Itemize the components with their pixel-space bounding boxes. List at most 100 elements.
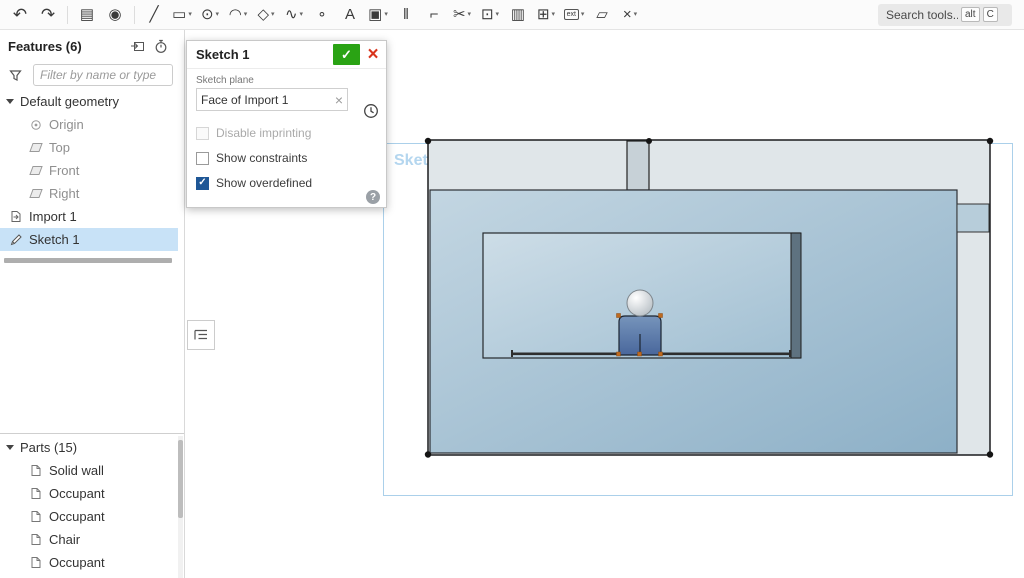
part-item[interactable]: Occupant — [0, 482, 178, 505]
chevron-down-icon[interactable]: ▾ — [496, 11, 500, 18]
tree-item-label: Origin — [49, 117, 84, 132]
tree-item-import[interactable]: Import 1 — [0, 205, 178, 228]
check-mark-icon: ✓ — [198, 178, 206, 188]
arc-tool-button[interactable]: ◠▾ — [224, 2, 252, 28]
construction-tool-button[interactable]: ×▾ — [616, 2, 644, 28]
pattern-tool-button[interactable]: ⊞▾ — [532, 2, 560, 28]
rectangle-tool-button[interactable]: ▭▾ — [168, 2, 196, 28]
feature-list-toggle-button[interactable] — [187, 320, 215, 350]
dialog-body: Sketch plane Face of Import 1 × Disable … — [187, 69, 386, 207]
clock-icon[interactable] — [363, 103, 379, 119]
tree-item-right-plane[interactable]: Right — [0, 182, 178, 205]
sketch-plane-label: Sketch plane — [196, 75, 377, 86]
polygon-tool-button[interactable]: ◇▾ — [252, 2, 280, 28]
show-constraints-checkbox[interactable] — [196, 152, 209, 165]
stopwatch-icon[interactable] — [152, 38, 170, 54]
tree-item-front-plane[interactable]: Front — [0, 159, 178, 182]
show-overdefined-checkbox[interactable]: ✓ — [196, 177, 209, 190]
eraser-tool-button[interactable]: ▱ — [588, 2, 616, 28]
tree-item-label: Right — [49, 186, 79, 201]
search-tools-box[interactable]: alt C — [878, 4, 1012, 26]
insert-document-button[interactable]: ▤ — [73, 2, 101, 28]
rectangle-icon: ▭ — [172, 7, 186, 22]
sphere-tool-button[interactable]: ◉ — [101, 2, 129, 28]
plane-icon — [28, 165, 44, 176]
expander-icon[interactable] — [6, 445, 14, 450]
filter-input[interactable] — [33, 64, 173, 86]
rollback-bar[interactable] — [4, 258, 172, 263]
part-item[interactable]: Chair — [0, 528, 178, 551]
chevron-down-icon[interactable]: ▾ — [468, 11, 472, 18]
option-show-overdefined[interactable]: ✓ Show overdefined — [196, 175, 377, 191]
option-disable-imprinting[interactable]: Disable imprinting — [196, 125, 377, 141]
trim-tool-button[interactable]: ✂▾ — [448, 2, 476, 28]
tree-group-default-geometry[interactable]: Default geometry — [0, 90, 178, 113]
tree-item-sketch[interactable]: Sketch 1 — [0, 228, 178, 251]
split-tool-button[interactable]: ‖ — [392, 2, 420, 28]
popout-panel-icon[interactable] — [128, 38, 146, 54]
part-item[interactable]: Solid wall — [0, 459, 178, 482]
tree-item-label: Top — [49, 140, 70, 155]
copy-tool-button[interactable]: ⊡▾ — [476, 2, 504, 28]
part-item[interactable]: Occupant — [0, 505, 178, 528]
chevron-down-icon[interactable]: ▾ — [216, 11, 220, 18]
inspect-tool-button[interactable]: ▥ — [504, 2, 532, 28]
part-label: Solid wall — [49, 463, 104, 478]
chevron-down-icon[interactable]: ▾ — [581, 11, 585, 18]
sketch-dialog: Sketch 1 ✓ × Sketch plane Face of Import… — [186, 40, 387, 208]
filter-icon[interactable] — [7, 69, 23, 82]
part-icon — [28, 464, 44, 477]
filter-row — [7, 63, 173, 87]
text-tool-button[interactable]: A — [336, 2, 364, 28]
part-item[interactable]: Occupant — [0, 551, 178, 574]
check-icon: ✓ — [341, 47, 352, 63]
search-tools-input[interactable] — [886, 8, 958, 22]
part-label: Occupant — [49, 486, 105, 501]
project-tool-button[interactable]: ▣▾ — [364, 2, 392, 28]
tree-item-label: Import 1 — [29, 209, 77, 224]
group-label: Parts (15) — [20, 440, 77, 455]
part-label: Chair — [49, 532, 80, 547]
option-show-constraints[interactable]: Show constraints — [196, 150, 377, 166]
help-icon[interactable]: ? — [366, 190, 380, 204]
spline-icon: ∿ — [285, 7, 298, 22]
chevron-down-icon[interactable]: ▾ — [244, 11, 248, 18]
clear-selection-icon[interactable]: × — [335, 93, 343, 107]
chevron-down-icon[interactable]: ▾ — [552, 11, 556, 18]
sketch-plane-value: Face of Import 1 — [201, 93, 335, 107]
chevron-down-icon[interactable]: ▾ — [271, 11, 275, 18]
origin-icon — [28, 119, 44, 131]
spline-tool-button[interactable]: ∿▾ — [280, 2, 308, 28]
chevron-down-icon[interactable]: ▾ — [384, 11, 388, 18]
insert-document-icon: ▤ — [80, 7, 94, 22]
chevron-down-icon[interactable]: ▾ — [300, 11, 304, 18]
dialog-title: Sketch 1 — [196, 47, 249, 62]
chevron-down-icon[interactable]: ▾ — [634, 11, 638, 18]
tree-group-parts[interactable]: Parts (15) — [0, 436, 178, 459]
scrollbar-thumb[interactable] — [178, 440, 183, 518]
import-icon — [8, 210, 24, 223]
sketch-plane-field[interactable]: Face of Import 1 × — [196, 88, 348, 111]
parts-scrollbar[interactable] — [178, 436, 183, 578]
construction-icon: × — [623, 7, 632, 22]
cancel-button[interactable]: × — [360, 44, 386, 65]
redo-button[interactable]: ↷ — [34, 2, 62, 28]
tree-item-top-plane[interactable]: Top — [0, 136, 178, 159]
chevron-down-icon[interactable]: ▾ — [188, 11, 192, 18]
tree-item-origin[interactable]: Origin — [0, 113, 178, 136]
features-panel: Features (6) Default geometry — [0, 30, 185, 578]
point-tool-button[interactable]: ∘ — [308, 2, 336, 28]
panel-splitter[interactable] — [0, 433, 184, 434]
list-tree-icon — [193, 328, 209, 342]
circle-tool-button[interactable]: ⊙▾ — [196, 2, 224, 28]
confirm-button[interactable]: ✓ — [333, 44, 360, 65]
shortcut-c-key: C — [983, 7, 998, 22]
plane-icon — [28, 188, 44, 199]
fillet-tool-button[interactable]: ⌐ — [420, 2, 448, 28]
line-tool-button[interactable]: ╱ — [140, 2, 168, 28]
part-label: Occupant — [49, 555, 105, 570]
undo-button[interactable]: ↶ — [6, 2, 34, 28]
close-icon: × — [367, 44, 378, 66]
expander-icon[interactable] — [6, 99, 14, 104]
export-tool-button[interactable]: ext▾ — [560, 2, 588, 28]
